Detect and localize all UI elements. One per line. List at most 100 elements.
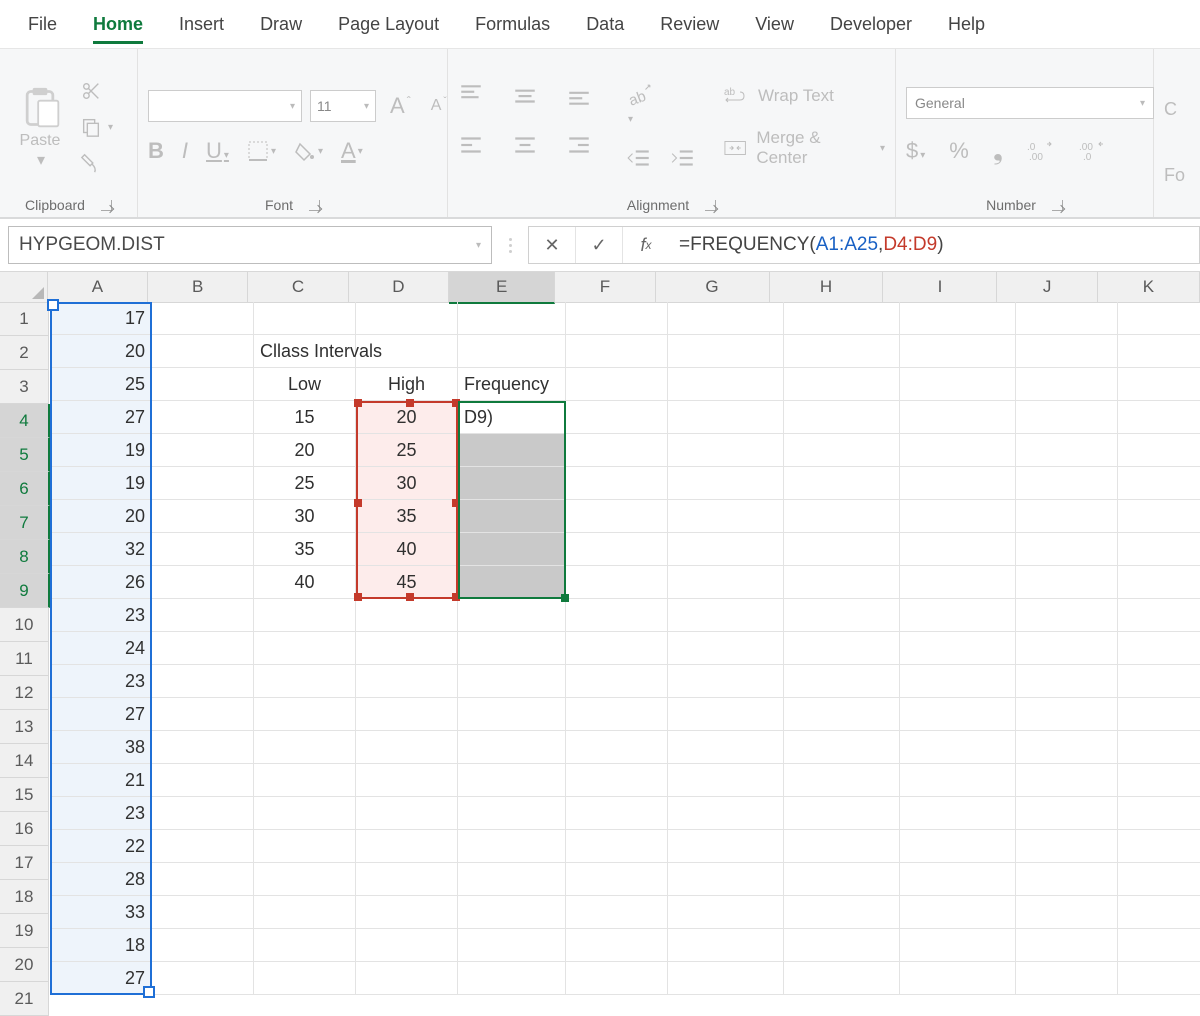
dialog-launcher-icon[interactable]	[1052, 200, 1063, 211]
column-header-D[interactable]: D	[349, 272, 449, 303]
wrap-text-button[interactable]: abWrap Text	[724, 86, 885, 106]
cell-D5[interactable]: 25	[356, 434, 458, 467]
cell-D1[interactable]	[356, 302, 458, 335]
cell-D11[interactable]	[356, 632, 458, 665]
cell-C14[interactable]	[254, 731, 356, 764]
cell-G17[interactable]	[668, 830, 784, 863]
increase-indent-button[interactable]	[670, 145, 696, 171]
cell-E16[interactable]	[458, 797, 566, 830]
cell-I16[interactable]	[900, 797, 1016, 830]
cell-C6[interactable]: 25	[254, 467, 356, 500]
cell-J15[interactable]	[1016, 764, 1118, 797]
align-top-button[interactable]	[458, 82, 494, 122]
cell-D12[interactable]	[356, 665, 458, 698]
cell-A8[interactable]: 32	[50, 533, 152, 566]
cell-K10[interactable]	[1118, 599, 1200, 632]
cell-J19[interactable]	[1016, 896, 1118, 929]
comma-format-button[interactable]: ❟	[993, 135, 1003, 167]
cell-C13[interactable]	[254, 698, 356, 731]
accounting-format-button[interactable]: $▾	[906, 138, 925, 164]
cell-J4[interactable]	[1016, 401, 1118, 434]
cell-G11[interactable]	[668, 632, 784, 665]
cell-E5[interactable]	[458, 434, 566, 467]
cell-A10[interactable]: 23	[50, 599, 152, 632]
cell-B6[interactable]	[152, 467, 254, 500]
underline-button[interactable]: U▾	[206, 138, 229, 164]
cell-E6[interactable]	[458, 467, 566, 500]
cell-H9[interactable]	[784, 566, 900, 599]
row-header-10[interactable]: 10	[0, 608, 49, 642]
cell-E15[interactable]	[458, 764, 566, 797]
cell-E21[interactable]	[458, 962, 566, 995]
cell-I18[interactable]	[900, 863, 1016, 896]
cell-E11[interactable]	[458, 632, 566, 665]
cell-A6[interactable]: 19	[50, 467, 152, 500]
cell-H19[interactable]	[784, 896, 900, 929]
cell-A4[interactable]: 27	[50, 401, 152, 434]
cell-G8[interactable]	[668, 533, 784, 566]
cell-I7[interactable]	[900, 500, 1016, 533]
cell-K20[interactable]	[1118, 929, 1200, 962]
cell-F12[interactable]	[566, 665, 668, 698]
cell-D20[interactable]	[356, 929, 458, 962]
column-header-E[interactable]: E	[449, 272, 555, 304]
cell-G20[interactable]	[668, 929, 784, 962]
cell-B4[interactable]	[152, 401, 254, 434]
cell-B21[interactable]	[152, 962, 254, 995]
cell-A18[interactable]: 28	[50, 863, 152, 896]
increase-decimal-button[interactable]: .0.00	[1027, 140, 1055, 162]
align-left-button[interactable]	[458, 132, 494, 172]
cell-F20[interactable]	[566, 929, 668, 962]
cell-E7[interactable]	[458, 500, 566, 533]
cell-D10[interactable]	[356, 599, 458, 632]
cancel-formula-button[interactable]: ✕	[529, 227, 576, 263]
cell-G9[interactable]	[668, 566, 784, 599]
cell-C16[interactable]	[254, 797, 356, 830]
cell-K19[interactable]	[1118, 896, 1200, 929]
cell-E9[interactable]	[458, 566, 566, 599]
cell-A3[interactable]: 25	[50, 368, 152, 401]
cell-A11[interactable]: 24	[50, 632, 152, 665]
cell-E13[interactable]	[458, 698, 566, 731]
tab-data[interactable]: Data	[570, 6, 640, 43]
cell-G21[interactable]	[668, 962, 784, 995]
cell-J7[interactable]	[1016, 500, 1118, 533]
cell-J21[interactable]	[1016, 962, 1118, 995]
cell-B1[interactable]	[152, 302, 254, 335]
cell-A12[interactable]: 23	[50, 665, 152, 698]
cell-B19[interactable]	[152, 896, 254, 929]
cell-J3[interactable]	[1016, 368, 1118, 401]
cell-J16[interactable]	[1016, 797, 1118, 830]
cell-I9[interactable]	[900, 566, 1016, 599]
cell-D16[interactable]	[356, 797, 458, 830]
tab-review[interactable]: Review	[644, 6, 735, 43]
cell-B7[interactable]	[152, 500, 254, 533]
cell-A14[interactable]: 38	[50, 731, 152, 764]
row-header-5[interactable]: 5	[0, 438, 50, 472]
cell-E17[interactable]	[458, 830, 566, 863]
cell-B14[interactable]	[152, 731, 254, 764]
cell-A21[interactable]: 27	[50, 962, 152, 995]
cell-H14[interactable]	[784, 731, 900, 764]
cell-G7[interactable]	[668, 500, 784, 533]
cell-I21[interactable]	[900, 962, 1016, 995]
formula-bar[interactable]: =FREQUENCY(A1:A25,D4:D9)	[669, 226, 1200, 264]
cell-E1[interactable]	[458, 302, 566, 335]
cell-D14[interactable]	[356, 731, 458, 764]
cell-D19[interactable]	[356, 896, 458, 929]
cell-C9[interactable]: 40	[254, 566, 356, 599]
cell-I5[interactable]	[900, 434, 1016, 467]
cell-B20[interactable]	[152, 929, 254, 962]
cell-C21[interactable]	[254, 962, 356, 995]
cell-G10[interactable]	[668, 599, 784, 632]
cell-J10[interactable]	[1016, 599, 1118, 632]
cell-D17[interactable]	[356, 830, 458, 863]
cell-C12[interactable]	[254, 665, 356, 698]
number-format-selector[interactable]: General▾	[906, 87, 1154, 119]
cell-I4[interactable]	[900, 401, 1016, 434]
cell-D13[interactable]	[356, 698, 458, 731]
cell-C20[interactable]	[254, 929, 356, 962]
cell-A7[interactable]: 20	[50, 500, 152, 533]
align-center-button[interactable]	[512, 132, 548, 172]
row-header-1[interactable]: 1	[0, 302, 49, 336]
